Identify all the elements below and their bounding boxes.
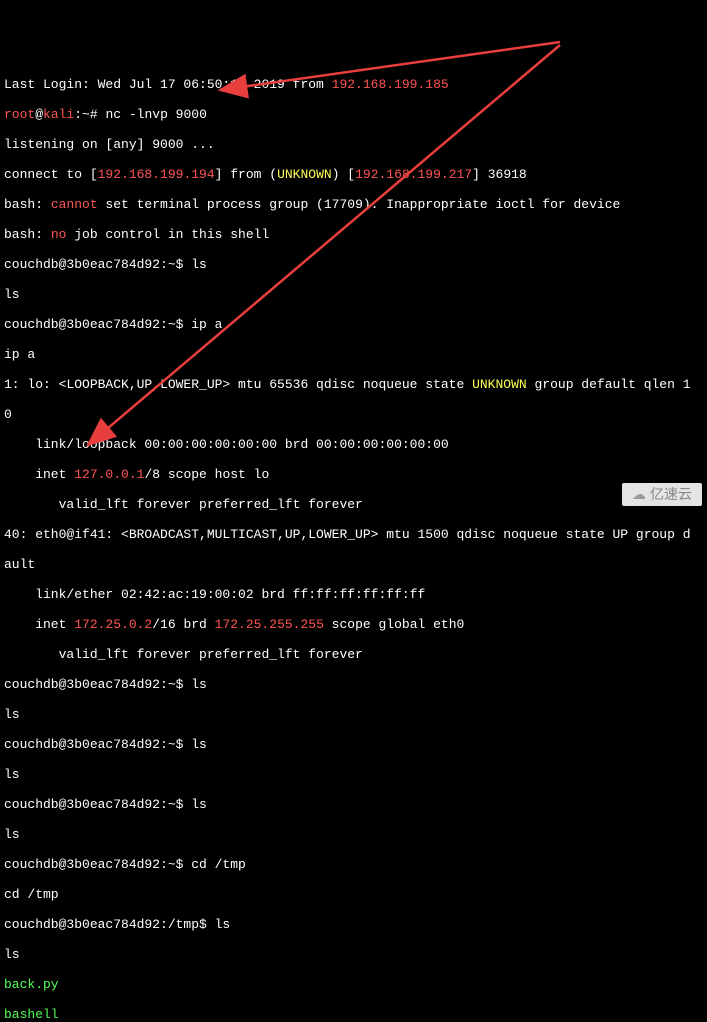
line-inet127: inet 127.0.0.1/8 scope host lo xyxy=(4,467,703,482)
line-inet172: inet 172.25.0.2/16 brd 172.25.255.255 sc… xyxy=(4,617,703,632)
line-linkether: link/ether 02:42:ac:19:00:02 brd ff:ff:f… xyxy=(4,587,703,602)
line-ls4: ls xyxy=(4,827,703,842)
line-prompt-ls2: couchdb@3b0eac784d92:~$ ls xyxy=(4,677,703,692)
line-prompt-ls3: couchdb@3b0eac784d92:~$ ls xyxy=(4,737,703,752)
line-eth0: 40: eth0@if41: <BROADCAST,MULTICAST,UP,L… xyxy=(4,527,703,542)
line-validlft2: valid_lft forever preferred_lft forever xyxy=(4,647,703,662)
line-prompt-ls4: couchdb@3b0eac784d92:~$ ls xyxy=(4,797,703,812)
terminal-output[interactable]: Last Login: Wed Jul 17 06:50:11 2019 fro… xyxy=(4,62,703,1022)
line-prompt-cd: couchdb@3b0eac784d92:~$ cd /tmp xyxy=(4,857,703,872)
line-prompt-ipa: couchdb@3b0eac784d92:~$ ip a xyxy=(4,317,703,332)
line-linkloop: link/loopback 00:00:00:00:00:00 brd 00:0… xyxy=(4,437,703,452)
line-backpy: back.py xyxy=(4,977,703,992)
line-prompt-ls: couchdb@3b0eac784d92:~$ ls xyxy=(4,257,703,272)
line-validlft1: valid_lft forever preferred_lft forever xyxy=(4,497,703,512)
line-bashell: bashell xyxy=(4,1007,703,1022)
line-ipa: ip a xyxy=(4,347,703,362)
line-wrap-ault: ault xyxy=(4,557,703,572)
line-bash1: bash: cannot set terminal process group … xyxy=(4,197,703,212)
cloud-icon: ☁ xyxy=(632,487,646,502)
line-cd: cd /tmp xyxy=(4,887,703,902)
line-prompt-root: root@kali:~# nc -lnvp 9000 xyxy=(4,107,703,122)
line-prompt-tmp-ls: couchdb@3b0eac784d92:/tmp$ ls xyxy=(4,917,703,932)
line-ls1: ls xyxy=(4,287,703,302)
line-listening: listening on [any] 9000 ... xyxy=(4,137,703,152)
watermark-text: 亿速云 xyxy=(650,487,692,502)
watermark: ☁ 亿速云 xyxy=(622,483,702,506)
line-bash2: bash: no job control in this shell xyxy=(4,227,703,242)
line-ls5: ls xyxy=(4,947,703,962)
line-ls2: ls xyxy=(4,707,703,722)
line-lo: 1: lo: <LOOPBACK,UP,LOWER_UP> mtu 65536 … xyxy=(4,377,703,392)
line-lastlogin: Last Login: Wed Jul 17 06:50:11 2019 fro… xyxy=(4,77,703,92)
line-wrap0: 0 xyxy=(4,407,703,422)
line-connect: connect to [192.168.199.194] from (UNKNO… xyxy=(4,167,703,182)
line-ls3: ls xyxy=(4,767,703,782)
